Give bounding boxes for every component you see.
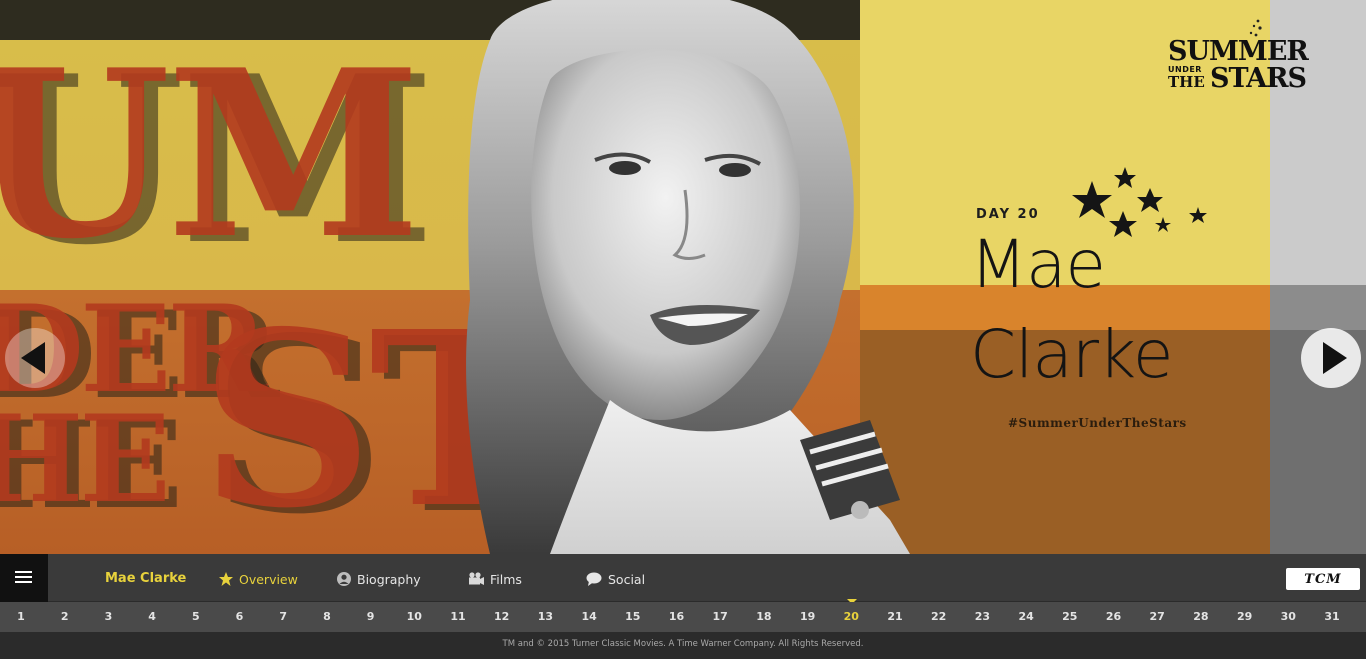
hashtag-label: #SummerUnderTheStars — [1008, 416, 1187, 430]
star-portrait-image — [466, 0, 910, 554]
arrow-left-icon — [21, 342, 45, 374]
speech-bubble-icon — [586, 572, 602, 586]
day-link-2[interactable]: 2 — [49, 602, 81, 632]
day-link-9[interactable]: 9 — [355, 602, 387, 632]
film-camera-icon — [469, 572, 484, 585]
day-number-label: DAY 20 — [976, 207, 1040, 222]
day-link-29[interactable]: 29 — [1229, 602, 1261, 632]
tab-overview-label: Overview — [239, 571, 298, 587]
tab-films[interactable]: Films — [468, 571, 522, 587]
backdrop-word: HE — [0, 389, 171, 530]
hamburger-icon-line — [15, 581, 32, 583]
day-link-16[interactable]: 16 — [661, 602, 693, 632]
section-navbar: Mae Clarke Overview Biography Films Soci… — [0, 554, 1366, 602]
nav-star-name[interactable]: Mae Clarke — [105, 571, 186, 586]
copyright-footer: TM and © 2015 Turner Classic Movies. A T… — [0, 632, 1366, 659]
day-link-28[interactable]: 28 — [1185, 602, 1217, 632]
next-star-button[interactable] — [1301, 328, 1361, 388]
day-link-14[interactable]: 14 — [573, 602, 605, 632]
day-link-30[interactable]: 30 — [1272, 602, 1304, 632]
day-link-10[interactable]: 10 — [398, 602, 430, 632]
previous-star-button[interactable] — [5, 328, 65, 388]
logo-word-stars: STARS — [1210, 63, 1307, 94]
tab-films-label: Films — [490, 571, 522, 587]
day-link-1[interactable]: 1 — [5, 602, 37, 632]
day-link-15[interactable]: 15 — [617, 602, 649, 632]
tab-biography-label: Biography — [357, 571, 421, 587]
day-link-8[interactable]: 8 — [311, 602, 343, 632]
day-link-7[interactable]: 7 — [267, 602, 299, 632]
person-icon — [337, 572, 351, 586]
day-link-31[interactable]: 31 — [1316, 602, 1348, 632]
tab-social[interactable]: Social — [586, 571, 645, 587]
day-link-19[interactable]: 19 — [792, 602, 824, 632]
arrow-right-icon — [1323, 342, 1347, 374]
day-link-20[interactable]: 20 — [835, 602, 867, 632]
summer-under-the-stars-logo[interactable]: SUMMER UNDER THE STARS — [1168, 18, 1318, 98]
day-link-6[interactable]: 6 — [224, 602, 256, 632]
backdrop-word: UM — [0, 20, 421, 290]
tab-social-label: Social — [608, 571, 646, 587]
day-link-26[interactable]: 26 — [1098, 602, 1130, 632]
logo-word-the: THE — [1168, 73, 1205, 91]
day-link-24[interactable]: 24 — [1010, 602, 1042, 632]
day-link-27[interactable]: 27 — [1141, 602, 1173, 632]
day-link-21[interactable]: 21 — [879, 602, 911, 632]
star-last-name: Clarke — [970, 316, 1173, 393]
hamburger-icon-line — [15, 576, 32, 578]
day-link-17[interactable]: 17 — [704, 602, 736, 632]
star-first-name: Mae — [970, 226, 1106, 303]
day-link-22[interactable]: 22 — [923, 602, 955, 632]
hero-banner: UM UM DER DER ST ST HE HE DAY 20 Mae Cla… — [0, 0, 1366, 554]
day-link-5[interactable]: 5 — [180, 602, 212, 632]
day-link-3[interactable]: 3 — [92, 602, 124, 632]
tab-biography[interactable]: Biography — [337, 571, 421, 587]
tab-overview[interactable]: Overview — [219, 571, 298, 587]
day-selector: 1 2 3 4 5 6 7 8 9 10 11 12 13 14 15 16 17 18 19 20 21 22 23 24 2… — [0, 602, 1366, 632]
star-icon — [219, 572, 233, 586]
tcm-logo[interactable]: TCM — [1286, 568, 1360, 590]
logo-word-summer: SUMMER — [1168, 36, 1309, 67]
hamburger-icon-line — [15, 571, 32, 573]
day-link-18[interactable]: 18 — [748, 602, 780, 632]
day-link-12[interactable]: 12 — [486, 602, 518, 632]
day-link-25[interactable]: 25 — [1054, 602, 1086, 632]
day-link-11[interactable]: 11 — [442, 602, 474, 632]
day-link-13[interactable]: 13 — [529, 602, 561, 632]
day-link-23[interactable]: 23 — [966, 602, 998, 632]
day-link-4[interactable]: 4 — [136, 602, 168, 632]
hamburger-menu-button[interactable] — [0, 554, 48, 602]
